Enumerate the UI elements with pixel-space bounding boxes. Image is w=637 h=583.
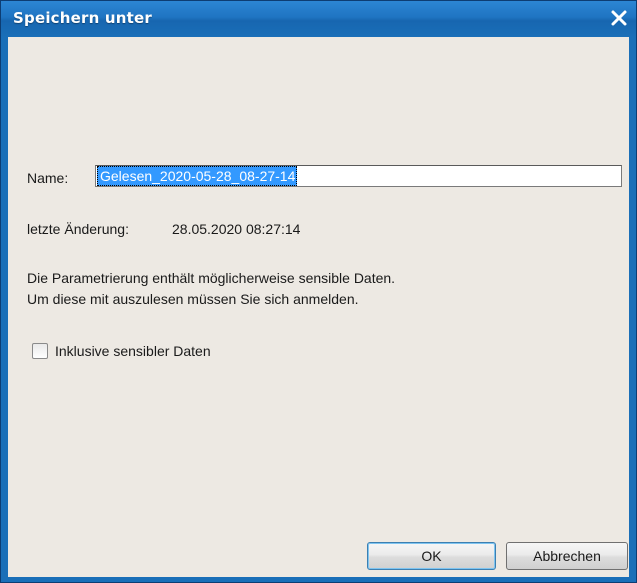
ok-button[interactable]: OK: [367, 542, 496, 570]
name-field-value: Gelesen_2020-05-28_08-27-14: [97, 166, 298, 186]
info-text-line1: Die Parametrierung enthält möglicherweis…: [27, 270, 396, 286]
title-bar[interactable]: Speichern unter: [1, 1, 636, 37]
name-field[interactable]: Gelesen_2020-05-28_08-27-14: [95, 165, 622, 187]
last-change-label: letzte Änderung:: [27, 221, 129, 237]
info-text-line2: Um diese mit auszulesen müssen Sie sich …: [27, 291, 359, 307]
cancel-button[interactable]: Abbrechen: [506, 542, 628, 570]
name-label: Name:: [27, 170, 69, 186]
save-as-dialog: Speichern unter Name: Gelesen_2020-05-28…: [0, 0, 637, 583]
close-icon: [606, 5, 632, 31]
close-button[interactable]: [606, 5, 632, 31]
last-change-value: 28.05.2020 08:27:14: [172, 221, 301, 237]
dialog-title: Speichern unter: [13, 9, 152, 27]
sensitive-data-checkbox[interactable]: [32, 343, 48, 359]
dialog-body: Name: Gelesen_2020-05-28_08-27-14 letzte…: [8, 37, 629, 577]
sensitive-data-checkbox-label[interactable]: Inklusive sensibler Daten: [55, 343, 211, 359]
